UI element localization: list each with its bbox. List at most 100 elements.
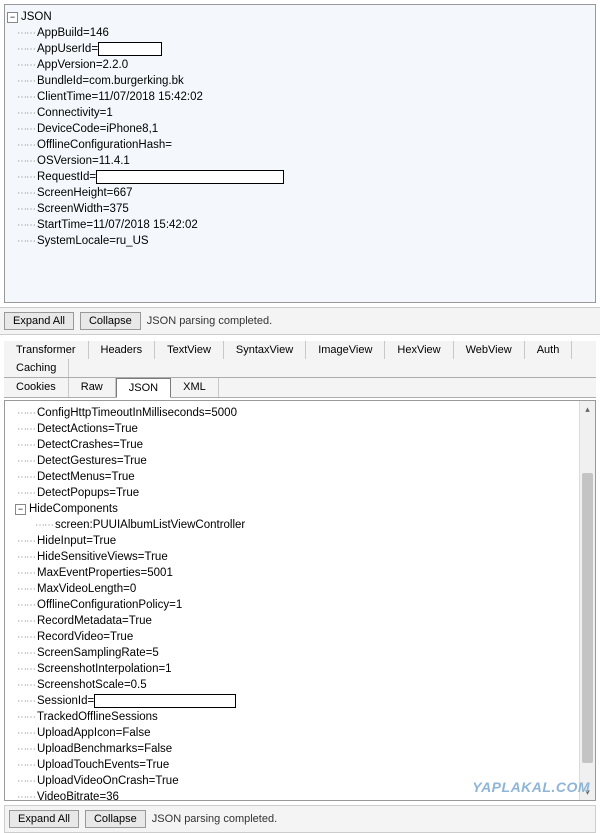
tree-connector: ⋯⋯	[17, 28, 35, 39]
vertical-scrollbar[interactable]: ▴ ▾	[579, 401, 595, 800]
tree-kv: UploadAppIcon=False	[37, 727, 150, 739]
expand-all-button[interactable]: Expand All	[4, 312, 74, 330]
tree-row[interactable]: −HideComponents	[7, 501, 593, 517]
tree-row[interactable]: ⋯⋯OfflineConfigurationHash=	[7, 137, 593, 153]
tree-connector: ⋯⋯	[17, 204, 35, 215]
tree-row[interactable]: ⋯⋯DetectCrashes=True	[7, 437, 593, 453]
tab-syntaxview[interactable]: SyntaxView	[224, 341, 306, 359]
collapse-button[interactable]: Collapse	[80, 312, 141, 330]
tree-kv: HideSensitiveViews=True	[37, 551, 168, 563]
scroll-up-button[interactable]: ▴	[580, 401, 595, 417]
tree-row[interactable]: ⋯⋯OfflineConfigurationPolicy=1	[7, 597, 593, 613]
tree-connector: ⋯⋯	[17, 440, 35, 451]
tree-kv: ScreenshotInterpolation=1	[37, 663, 172, 675]
tab-transformer[interactable]: Transformer	[4, 341, 89, 359]
top-json-tree-panel: −JSON⋯⋯AppBuild=146⋯⋯AppUserId=⋯⋯AppVers…	[4, 4, 596, 303]
tree-kv: RecordMetadata=True	[37, 615, 152, 627]
tree-connector: ⋯⋯	[17, 616, 35, 627]
tree-connector: ⋯⋯	[17, 156, 35, 167]
tree-connector: ⋯⋯	[17, 220, 35, 231]
tree-key: TrackedOfflineSessions	[37, 711, 158, 723]
tree-row[interactable]: ⋯⋯Connectivity=1	[7, 105, 593, 121]
tree-row[interactable]: ⋯⋯ScreenshotScale=0.5	[7, 677, 593, 693]
tree-row[interactable]: ⋯⋯UploadBenchmarks=False	[7, 741, 593, 757]
tree-row[interactable]: ⋯⋯HideSensitiveViews=True	[7, 549, 593, 565]
tree-row[interactable]: ⋯⋯ScreenWidth=375	[7, 201, 593, 217]
tree-kv: RecordVideo=True	[37, 631, 133, 643]
tree-row[interactable]: ⋯⋯UploadAppIcon=False	[7, 725, 593, 741]
tree-row[interactable]: ⋯⋯DetectMenus=True	[7, 469, 593, 485]
tree-kv: DetectGestures=True	[37, 455, 147, 467]
tree-row[interactable]: ⋯⋯AppBuild=146	[7, 25, 593, 41]
tree-row[interactable]: ⋯⋯ScreenshotInterpolation=1	[7, 661, 593, 677]
tab-cookies[interactable]: Cookies	[4, 378, 69, 397]
tab-auth[interactable]: Auth	[525, 341, 573, 359]
tree-row[interactable]: ⋯⋯DeviceCode=iPhone8,1	[7, 121, 593, 137]
tree-row[interactable]: ⋯⋯ScreenHeight=667	[7, 185, 593, 201]
parse-status-bottom: JSON parsing completed.	[152, 813, 277, 825]
tree-connector: ⋯⋯	[17, 712, 35, 723]
tree-row[interactable]: ⋯⋯DetectGestures=True	[7, 453, 593, 469]
redacted-value	[96, 170, 284, 184]
tree-row[interactable]: ⋯⋯AppUserId=	[7, 41, 593, 57]
expand-all-button-bottom[interactable]: Expand All	[9, 810, 79, 828]
tree-kv: DeviceCode=iPhone8,1	[37, 123, 158, 135]
tree-row[interactable]: ⋯⋯SystemLocale=ru_US	[7, 233, 593, 249]
tree-expander[interactable]: −	[15, 504, 26, 515]
tab-imageview[interactable]: ImageView	[306, 341, 385, 359]
tree-connector: ⋯⋯	[17, 568, 35, 579]
tree-row[interactable]: ⋯⋯RequestId=	[7, 169, 593, 185]
tree-row[interactable]: ⋯⋯SessionId=	[7, 693, 593, 709]
tree-row[interactable]: ⋯⋯ClientTime=11/07/2018 15:42:02	[7, 89, 593, 105]
tree-kv: Connectivity=1	[37, 107, 113, 119]
tree-connector: ⋯⋯	[17, 792, 35, 801]
tree-row[interactable]: ⋯⋯MaxVideoLength=0	[7, 581, 593, 597]
scroll-thumb[interactable]	[582, 473, 593, 763]
tree-row[interactable]: ⋯⋯AppVersion=2.2.0	[7, 57, 593, 73]
redacted-value	[94, 694, 236, 708]
tree-row[interactable]: ⋯⋯UploadTouchEvents=True	[7, 757, 593, 773]
tree-connector: ⋯⋯	[17, 408, 35, 419]
tree-row[interactable]: ⋯⋯DetectActions=True	[7, 421, 593, 437]
tree-key: SessionId=	[37, 695, 94, 707]
tree-kv: UploadTouchEvents=True	[37, 759, 169, 771]
tree-row[interactable]: ⋯⋯screen:PUUIAlbumListViewController	[7, 517, 593, 533]
tree-row[interactable]: ⋯⋯ConfigHttpTimeoutInMilliseconds=5000	[7, 405, 593, 421]
tree-row[interactable]: ⋯⋯ScreenSamplingRate=5	[7, 645, 593, 661]
tab-xml[interactable]: XML	[171, 378, 219, 397]
tree-kv: DetectActions=True	[37, 423, 138, 435]
tree-expander[interactable]: −	[7, 12, 18, 23]
collapse-button-bottom[interactable]: Collapse	[85, 810, 146, 828]
tree-kv: MaxEventProperties=5001	[37, 567, 173, 579]
tree-row[interactable]: ⋯⋯RecordMetadata=True	[7, 613, 593, 629]
tree-row[interactable]: ⋯⋯TrackedOfflineSessions	[7, 709, 593, 725]
tree-connector: ⋯⋯	[17, 60, 35, 71]
tree-connector: ⋯⋯	[17, 456, 35, 467]
tree-connector: ⋯⋯	[35, 520, 53, 531]
tree-row[interactable]: ⋯⋯OSVersion=11.4.1	[7, 153, 593, 169]
tab-webview[interactable]: WebView	[454, 341, 525, 359]
tree-kv: UploadVideoOnCrash=True	[37, 775, 179, 787]
tree-connector: ⋯⋯	[17, 648, 35, 659]
tree-kv: ScreenHeight=667	[37, 187, 133, 199]
tree-connector: ⋯⋯	[17, 124, 35, 135]
tree-kv: DetectMenus=True	[37, 471, 135, 483]
tree-row[interactable]: ⋯⋯HideInput=True	[7, 533, 593, 549]
tab-hexview[interactable]: HexView	[385, 341, 453, 359]
tab-headers[interactable]: Headers	[89, 341, 156, 359]
tab-raw[interactable]: Raw	[69, 378, 116, 397]
tab-caching[interactable]: Caching	[4, 359, 69, 377]
tree-row[interactable]: ⋯⋯MaxEventProperties=5001	[7, 565, 593, 581]
tab-textview[interactable]: TextView	[155, 341, 224, 359]
tree-row[interactable]: ⋯⋯RecordVideo=True	[7, 629, 593, 645]
tree-kv: ScreenSamplingRate=5	[37, 647, 159, 659]
tab-json[interactable]: JSON	[116, 378, 171, 398]
tree-kv: ScreenWidth=375	[37, 203, 129, 215]
tree-connector: ⋯⋯	[17, 696, 35, 707]
parse-status: JSON parsing completed.	[147, 315, 272, 327]
tree-row[interactable]: ⋯⋯DetectPopups=True	[7, 485, 593, 501]
tree-row[interactable]: ⋯⋯StartTime=11/07/2018 15:42:02	[7, 217, 593, 233]
tree-row[interactable]: ⋯⋯BundleId=com.burgerking.bk	[7, 73, 593, 89]
tree-connector: ⋯⋯	[17, 664, 35, 675]
tree-kv: VideoBitrate=36	[37, 791, 119, 800]
